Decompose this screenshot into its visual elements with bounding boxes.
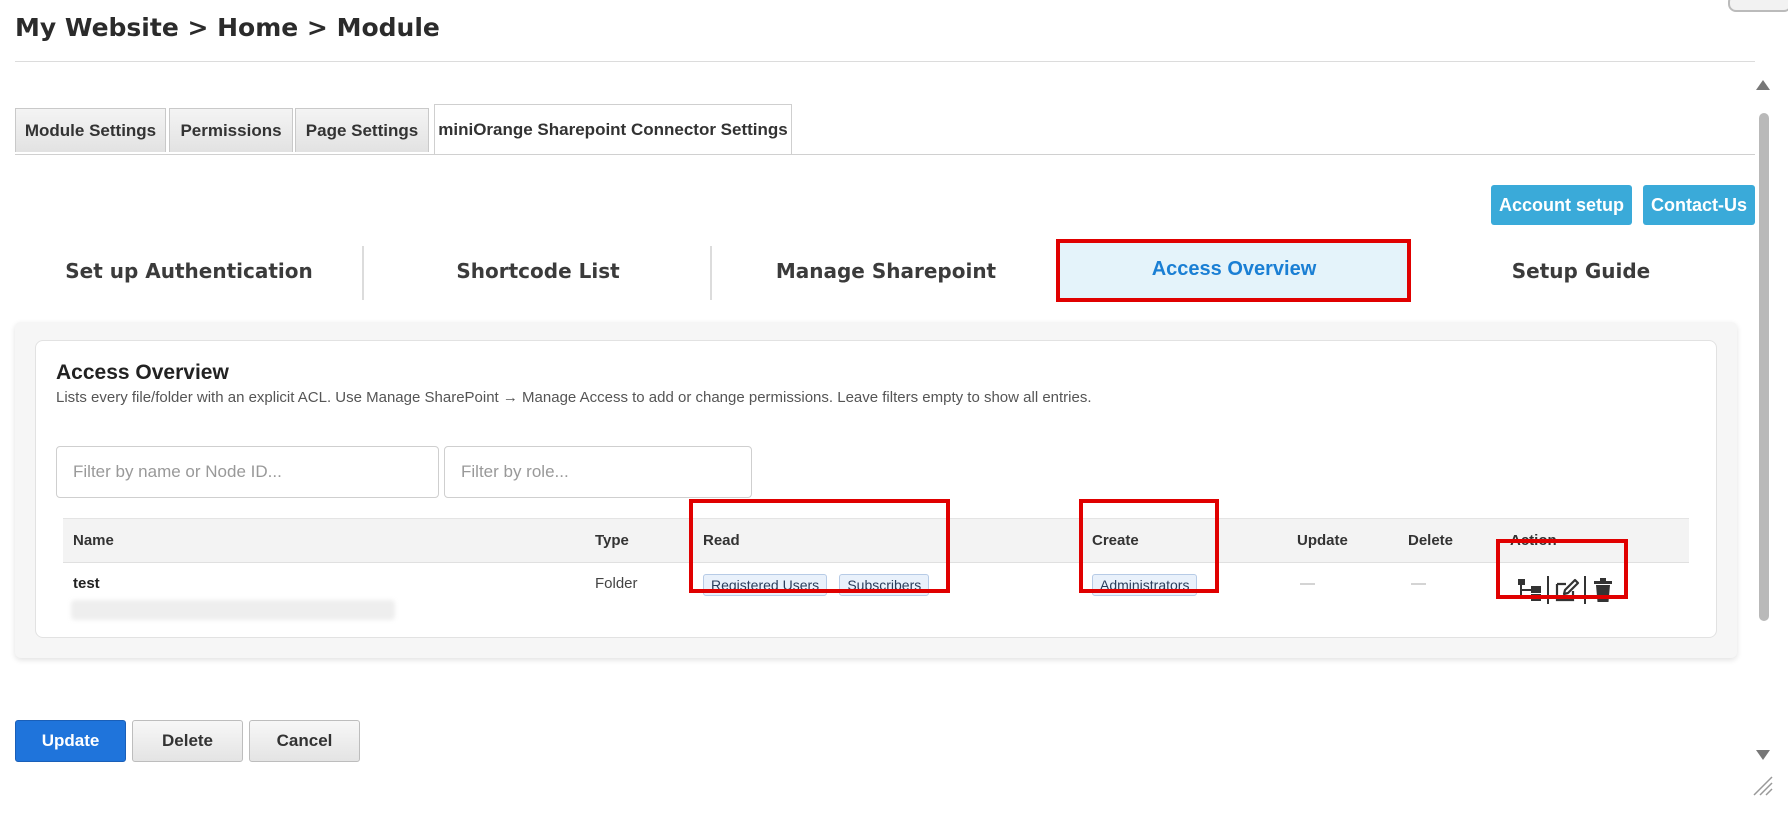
row-delete-value: — bbox=[1411, 575, 1426, 592]
account-setup-button[interactable]: Account setup bbox=[1491, 185, 1632, 225]
nav-tab-access-overview[interactable]: Access Overview bbox=[1059, 240, 1409, 298]
role-badge: Administrators bbox=[1092, 574, 1198, 596]
nav-tab-set-up-authentication[interactable]: Set up Authentication bbox=[15, 240, 363, 302]
cancel-button[interactable]: Cancel bbox=[249, 720, 360, 762]
row-update-value: — bbox=[1300, 575, 1315, 592]
tab-page-settings[interactable]: Page Settings bbox=[295, 108, 429, 152]
nav-tab-manage-sharepoint[interactable]: Manage Sharepoint bbox=[712, 240, 1060, 302]
table-header: Name Type Read Create Update Delete Acti… bbox=[63, 518, 1689, 563]
row-name: test bbox=[73, 575, 100, 592]
nav-tab-shortcode-list[interactable]: Shortcode List bbox=[364, 240, 712, 302]
column-header-read: Read bbox=[703, 532, 740, 549]
connector-nav-tabs: Set up Authentication Shortcode List Man… bbox=[15, 240, 1755, 302]
column-header-type: Type bbox=[595, 532, 629, 549]
card-description: Lists every file/folder with an explicit… bbox=[56, 389, 1092, 406]
trash-icon[interactable] bbox=[1589, 576, 1617, 604]
delete-button[interactable]: Delete bbox=[132, 720, 243, 762]
column-header-action: Action bbox=[1510, 532, 1557, 549]
header-divider bbox=[15, 61, 1755, 62]
access-overview-card: Access Overview Lists every file/folder … bbox=[35, 340, 1717, 638]
breadcrumb: My Website > Home > Module bbox=[15, 13, 440, 42]
tree-view-icon[interactable] bbox=[1516, 576, 1544, 604]
role-badge: Subscribers bbox=[839, 574, 930, 596]
scrollbar-thumb[interactable] bbox=[1759, 113, 1769, 621]
nav-tab-setup-guide[interactable]: Setup Guide bbox=[1407, 240, 1755, 302]
redacted-node-id bbox=[71, 600, 395, 620]
action-divider bbox=[1584, 576, 1586, 604]
row-create-roles: Administrators bbox=[1092, 574, 1205, 596]
update-button[interactable]: Update bbox=[15, 720, 126, 762]
tab-permissions[interactable]: Permissions bbox=[169, 108, 293, 152]
row-type: Folder bbox=[595, 575, 638, 592]
tab-miniorange-sharepoint-connector-settings[interactable]: miniOrange Sharepoint Connector Settings bbox=[434, 104, 792, 154]
scroll-down-arrow-icon[interactable] bbox=[1756, 750, 1770, 760]
filter-name-input[interactable] bbox=[56, 446, 439, 498]
resize-grip-icon[interactable] bbox=[1750, 773, 1774, 797]
row-read-roles: Registered Users Subscribers bbox=[703, 574, 937, 596]
row-actions bbox=[1516, 576, 1616, 606]
action-divider bbox=[1547, 576, 1549, 604]
column-header-delete: Delete bbox=[1408, 532, 1454, 549]
window-corner-control[interactable] bbox=[1728, 0, 1788, 12]
role-badge: Registered Users bbox=[703, 574, 828, 596]
contact-us-button[interactable]: Contact-Us bbox=[1643, 185, 1755, 225]
scroll-up-arrow-icon[interactable] bbox=[1756, 80, 1770, 90]
access-overview-panel: Access Overview Lists every file/folder … bbox=[15, 322, 1737, 658]
column-header-update: Update bbox=[1297, 532, 1348, 549]
column-header-create: Create bbox=[1092, 532, 1139, 549]
filter-role-input[interactable] bbox=[444, 446, 752, 498]
module-tabs: Module Settings Permissions Page Setting… bbox=[15, 104, 1755, 155]
edit-icon[interactable] bbox=[1553, 576, 1581, 604]
column-header-name: Name bbox=[73, 532, 114, 549]
tab-module-settings[interactable]: Module Settings bbox=[15, 108, 166, 152]
card-title: Access Overview bbox=[56, 361, 229, 384]
